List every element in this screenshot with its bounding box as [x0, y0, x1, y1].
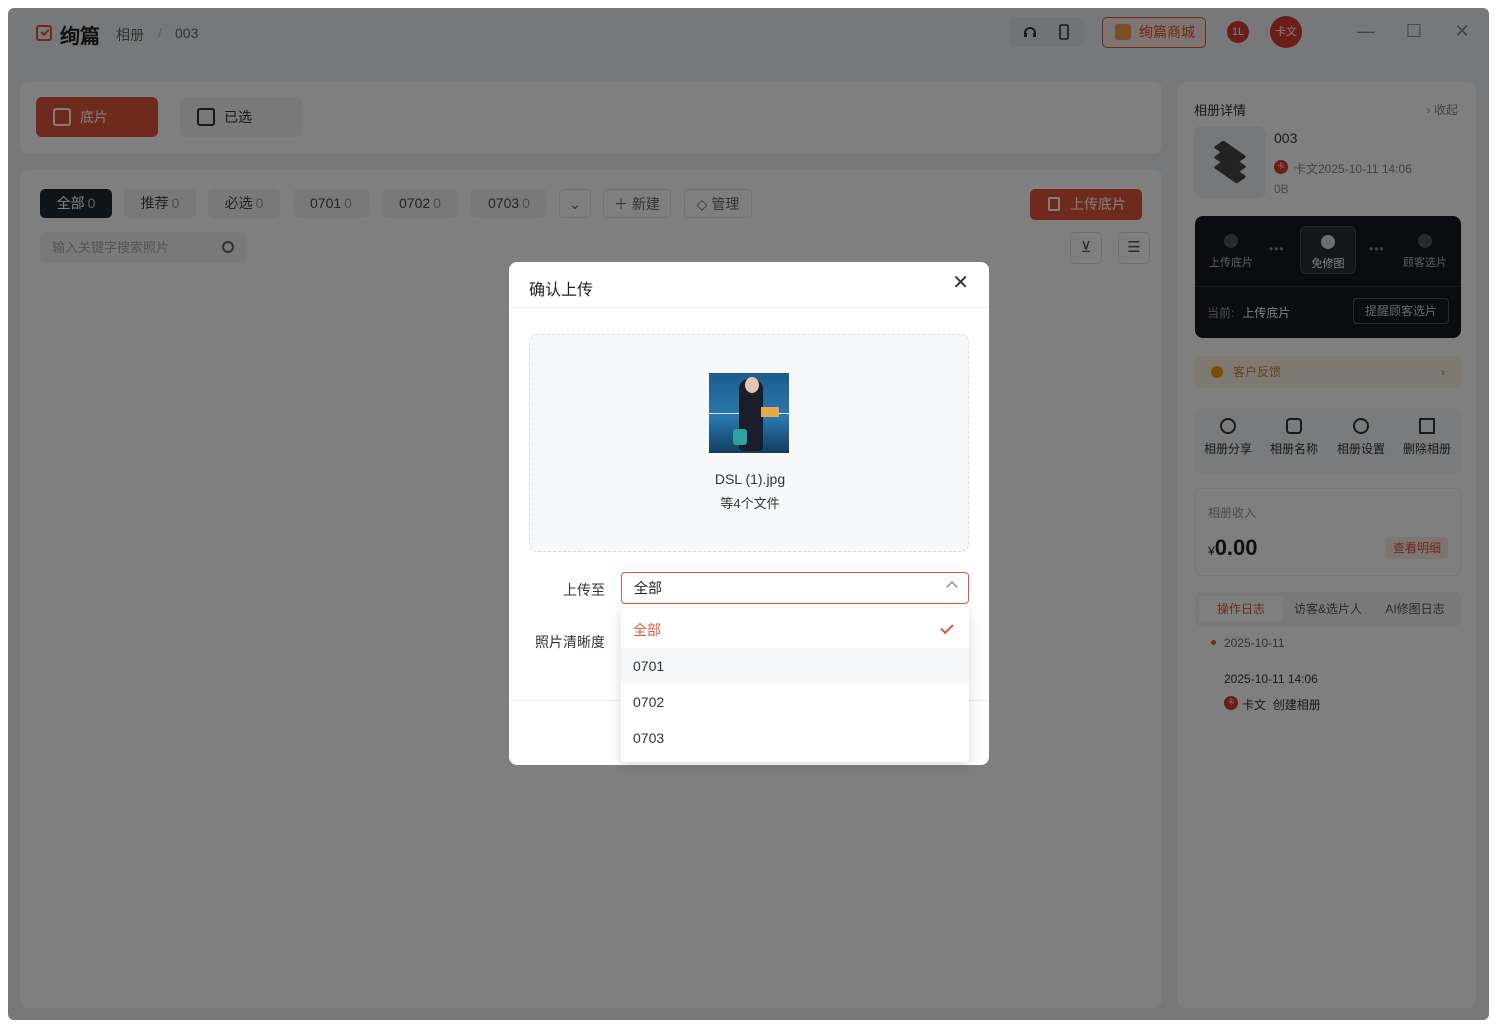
select-value: 全部	[634, 580, 662, 596]
upload-to-label: 上传至	[563, 582, 605, 598]
file-name: DSL (1).jpg	[714, 471, 786, 487]
thumb-book	[761, 407, 779, 417]
dropdown-option-0702[interactable]: 0702	[621, 684, 969, 720]
dialog-header: 确认上传 ✕	[509, 262, 989, 308]
dropdown-option-0701[interactable]: 0701	[621, 648, 969, 684]
close-icon[interactable]: ✕	[952, 273, 969, 293]
dialog-title: 确认上传	[529, 282, 594, 299]
option-label: 0703	[633, 730, 665, 746]
file-preview-area[interactable]: DSL (1).jpg 等4个文件	[529, 334, 969, 552]
file-count: 等4个文件	[720, 496, 780, 511]
thumb-bag	[733, 429, 747, 445]
dropdown-option-all[interactable]: 全部	[621, 612, 969, 648]
photo-thumbnail	[709, 373, 789, 453]
upload-to-dropdown: 全部 0701 0702 0703	[621, 608, 969, 762]
dropdown-option-0703[interactable]: 0703	[621, 720, 969, 756]
clarity-label: 照片清晰度	[535, 634, 605, 650]
check-icon	[940, 620, 954, 635]
option-label: 0702	[633, 694, 665, 710]
option-label: 全部	[633, 622, 661, 638]
chevron-up-icon	[946, 581, 958, 593]
upload-to-select[interactable]: 全部	[621, 572, 969, 604]
thumb-head	[745, 377, 759, 393]
option-label: 0701	[633, 658, 665, 674]
